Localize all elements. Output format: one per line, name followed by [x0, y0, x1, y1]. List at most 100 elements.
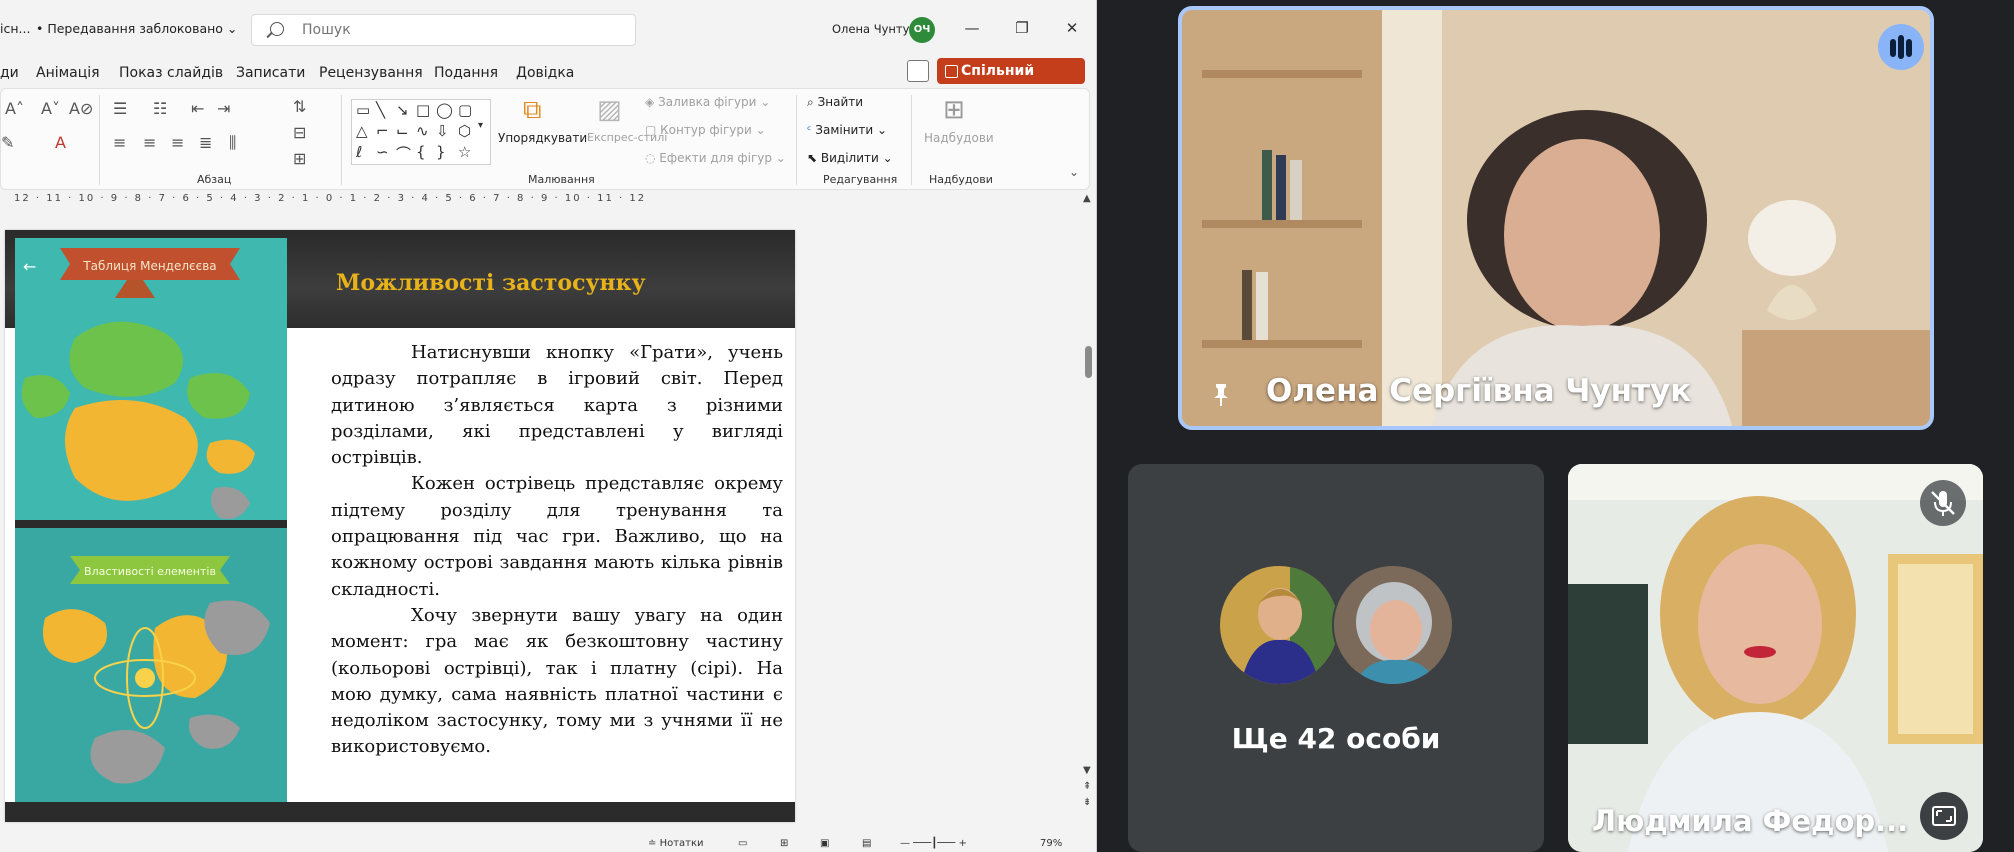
group-label-editing: Редагування: [823, 173, 898, 186]
arc-shape-icon[interactable]: ⌒: [396, 143, 411, 164]
textbox-shape-icon[interactable]: ▭: [356, 101, 370, 119]
columns-icon[interactable]: ⫼: [229, 133, 236, 153]
align-text-icon[interactable]: ⊟: [293, 123, 306, 142]
bullets-icon[interactable]: ☰: [113, 99, 127, 118]
avatar[interactable]: ОЧ: [909, 17, 935, 43]
minimize-icon[interactable]: —: [960, 16, 984, 40]
zoom-level[interactable]: 79%: [1040, 838, 1062, 849]
file-name[interactable]: існ...: [0, 21, 30, 36]
arrow-down-shape-icon[interactable]: ⇩: [436, 122, 449, 140]
participant-avatar: [1332, 564, 1454, 686]
arrange-icon[interactable]: ⧉: [523, 95, 542, 126]
rounded-rect-shape-icon[interactable]: ▢: [458, 101, 472, 119]
group-label-paragraph: Абзац: [197, 173, 232, 186]
fullscreen-button[interactable]: [1920, 792, 1968, 840]
shape-effects-label: Ефекти для фігур: [659, 151, 772, 165]
search-input[interactable]: [302, 20, 602, 40]
zoom-slider[interactable]: — ───┃─── +: [900, 838, 967, 849]
align-left-icon[interactable]: ≡: [113, 133, 126, 152]
shape-outline-button[interactable]: ▢ Контур фігури ⌄: [645, 123, 766, 137]
align-right-icon[interactable]: ≡: [171, 133, 184, 152]
tab-record[interactable]: Записати: [236, 65, 305, 81]
oval-shape-icon[interactable]: ◯: [436, 101, 453, 119]
replace-button[interactable]: ᶜ Замінити ⌄: [807, 123, 887, 137]
connector-shape-icon[interactable]: ⌐: [376, 122, 389, 140]
elbow-shape-icon[interactable]: ⌙: [396, 122, 409, 140]
curve-shape-icon[interactable]: ∿: [416, 122, 429, 140]
addins-icon[interactable]: ⊞: [943, 95, 965, 125]
tab-animation[interactable]: Анімація: [36, 65, 100, 81]
find-button[interactable]: ⌕ Знайти: [807, 95, 863, 110]
indent-increase-icon[interactable]: ⇥: [217, 99, 230, 118]
slide-title: Можливості застосунку: [336, 270, 646, 296]
tab-review[interactable]: Рецензування: [319, 65, 423, 81]
star-shape-icon[interactable]: ☆: [458, 143, 471, 161]
font-color-icon[interactable]: A: [55, 133, 66, 152]
close-icon[interactable]: ✕: [1060, 16, 1084, 40]
shape-fill-label: Заливка фігури: [658, 95, 757, 109]
gallery-more-icon[interactable]: ▾: [478, 120, 483, 131]
tab-view[interactable]: Подання: [434, 65, 498, 81]
numbering-icon[interactable]: ☷: [153, 99, 167, 118]
shape-fill-button[interactable]: ◈ Заливка фігури ⌄: [645, 95, 770, 109]
arrange-button[interactable]: Упорядкувати: [498, 131, 587, 145]
line-shape-icon[interactable]: ╲: [376, 101, 385, 119]
shape-effects-button[interactable]: ◌ Ефекти для фігур ⌄: [645, 151, 786, 165]
search-box[interactable]: [251, 14, 636, 46]
font-size-decrease-icon[interactable]: A˅: [41, 99, 60, 118]
brace-close-shape-icon[interactable]: }: [436, 143, 446, 161]
scroll-up-icon[interactable]: ▲: [1083, 193, 1091, 204]
audio-bar: [1906, 39, 1912, 57]
arrow-shape-icon[interactable]: ↘: [396, 101, 409, 119]
ribbon-collapse-icon[interactable]: ⌄: [1069, 165, 1079, 179]
font-size-increase-icon[interactable]: A˄: [5, 99, 24, 118]
game-map-image[interactable]: Таблиця Менделєєва Властивості елементів…: [15, 238, 287, 802]
next-slide-icon[interactable]: ⇟: [1083, 797, 1091, 808]
tab-fragment[interactable]: ди: [0, 65, 19, 81]
vertical-scrollbar[interactable]: ▲ ▼ ⇞ ⇟: [1082, 193, 1096, 813]
addins-button[interactable]: Надбудови: [924, 131, 994, 145]
scrollbar-thumb[interactable]: [1085, 346, 1092, 378]
restore-icon[interactable]: ❐: [1010, 16, 1034, 40]
tab-help[interactable]: Довідка: [516, 65, 574, 81]
normal-view-icon[interactable]: ▭: [738, 838, 747, 849]
shapes-gallery[interactable]: ▭ ╲ ↘ □ ◯ ▢ △ ⌐ ⌙ ∿ ⇩ ⬡ ℓ ∽ ⌒ { } ☆ ▾: [351, 99, 491, 165]
edit-status[interactable]: • Передавання заблоковано ⌄: [36, 21, 237, 36]
highlight-icon[interactable]: ✎: [1, 133, 14, 152]
prev-slide-icon[interactable]: ⇞: [1083, 781, 1091, 792]
brace-open-shape-icon[interactable]: {: [416, 143, 426, 161]
select-button[interactable]: ⬉ Виділити ⌄: [807, 151, 893, 165]
quick-styles-icon[interactable]: ▨: [597, 95, 622, 125]
reading-view-icon[interactable]: ▣: [820, 838, 829, 849]
powerpoint-window: існ... • Передавання заблоковано ⌄ Олена…: [0, 0, 1097, 852]
others-tile[interactable]: Ще 42 особи: [1128, 464, 1544, 852]
participant-tile[interactable]: Людмила Федор...: [1568, 464, 1983, 852]
text-direction-icon[interactable]: ⇅: [293, 97, 306, 116]
align-center-icon[interactable]: ≡: [143, 133, 156, 152]
slideshow-icon[interactable]: ▤: [862, 838, 871, 849]
smartart-icon[interactable]: ⊞: [293, 149, 306, 168]
notes-label: Нотатки: [659, 838, 704, 849]
justify-icon[interactable]: ≣: [199, 133, 212, 152]
title-bar: існ... • Передавання заблоковано ⌄ Олена…: [0, 0, 1096, 58]
back-arrow-icon[interactable]: ←: [23, 257, 36, 276]
share-button[interactable]: Спільний доступ ⌄: [937, 58, 1085, 105]
speaker-tile[interactable]: Олена Сергіївна Чунтук: [1178, 6, 1934, 430]
rectangle-shape-icon[interactable]: □: [416, 101, 430, 119]
hexagon-shape-icon[interactable]: ⬡: [458, 122, 471, 140]
triangle-shape-icon[interactable]: △: [356, 122, 368, 140]
slide-canvas[interactable]: Таблиця Менделєєва Властивості елементів…: [5, 230, 795, 822]
divider: [796, 95, 797, 185]
slide-sorter-icon[interactable]: ⊞: [780, 838, 788, 849]
freeform-shape-icon[interactable]: ℓ: [356, 143, 362, 161]
indent-decrease-icon[interactable]: ⇤: [191, 99, 204, 118]
clear-format-icon[interactable]: A⊘: [69, 99, 93, 118]
user-name[interactable]: Олена Чунтук: [832, 22, 916, 36]
notes-button[interactable]: ≐ Нотатки: [648, 838, 704, 849]
pin-icon[interactable]: [1206, 378, 1236, 408]
find-label: Знайти: [817, 95, 864, 109]
tab-slideshow[interactable]: Показ слайдів: [119, 65, 223, 81]
comments-icon[interactable]: [907, 60, 929, 82]
wave-shape-icon[interactable]: ∽: [376, 143, 389, 161]
scroll-down-icon[interactable]: ▼: [1083, 765, 1091, 776]
